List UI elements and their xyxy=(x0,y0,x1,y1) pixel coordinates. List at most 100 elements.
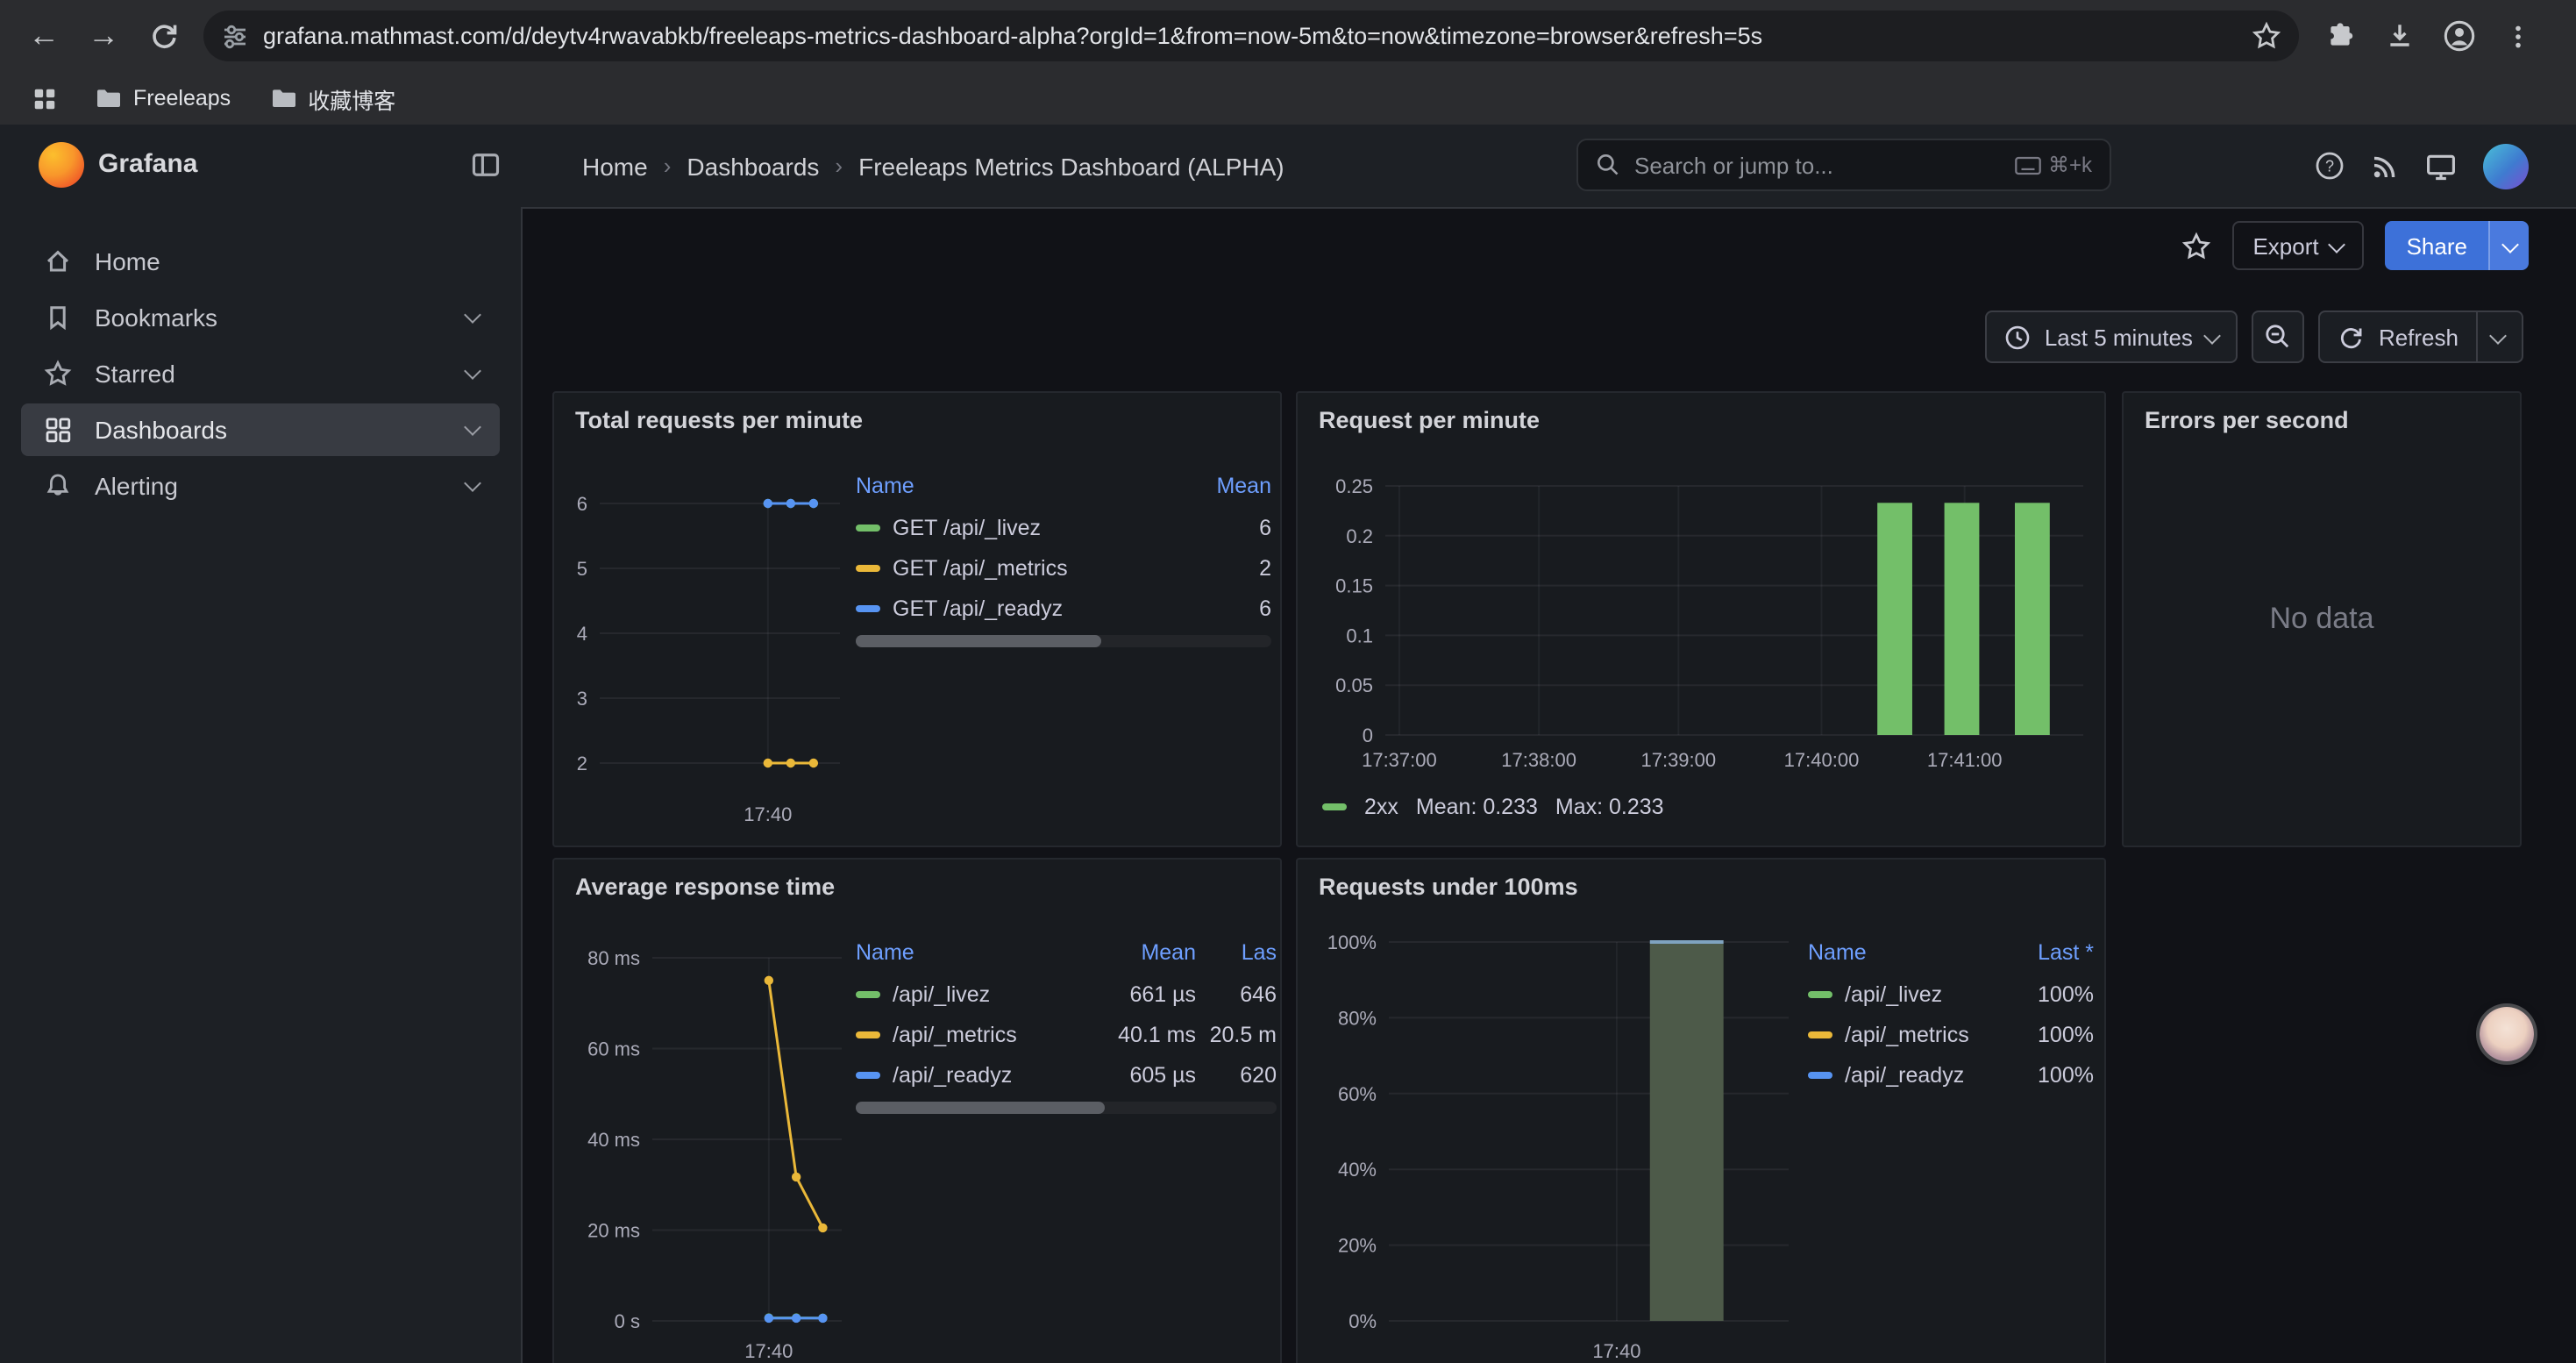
sidebar-item-label: Home xyxy=(95,247,479,275)
share-button[interactable]: Share xyxy=(2386,221,2529,270)
sidebar-item-dashboards[interactable]: Dashboards xyxy=(21,403,500,456)
svg-text:4: 4 xyxy=(577,623,587,645)
bookmark-item-freeleaps[interactable]: Freeleaps xyxy=(81,77,245,119)
sidebar-item-bookmarks[interactable]: Bookmarks xyxy=(21,291,500,344)
browser-menu-button[interactable] xyxy=(2492,10,2544,62)
legend-row[interactable]: GET /api/_livez6 xyxy=(856,507,1271,547)
zoom-out-button[interactable] xyxy=(2252,310,2305,363)
tv-mode-button[interactable] xyxy=(2425,150,2457,182)
series-name: /api/_livez xyxy=(1845,981,1942,1006)
chevron-down-icon[interactable] xyxy=(2489,326,2507,344)
grafana-header: Grafana Home › Dashboards › Freeleaps Me… xyxy=(0,125,2576,209)
legend-column-header[interactable]: Mean xyxy=(1084,940,1196,965)
sidebar-item-home[interactable]: Home xyxy=(21,235,500,288)
favorite-dashboard-button[interactable] xyxy=(2181,231,2210,260)
grafana-logo[interactable] xyxy=(39,142,84,188)
rss-icon xyxy=(2371,152,2399,180)
share-label[interactable]: Share xyxy=(2386,221,2488,270)
svg-text:60%: 60% xyxy=(1338,1083,1377,1105)
legend-column-header[interactable]: Name xyxy=(856,474,1173,498)
legend-row[interactable]: /api/_readyz100% xyxy=(1808,1054,2094,1095)
series-name: GET /api/_metrics xyxy=(893,555,1068,580)
legend-row[interactable]: /api/_livez100% xyxy=(1808,974,2094,1014)
zoom-out-icon xyxy=(2265,323,2293,351)
url-bar[interactable]: grafana.mathmast.com/d/deytv4rwavabkb/fr… xyxy=(203,11,2299,61)
scrollbar-thumb[interactable] xyxy=(856,635,1101,647)
series-name: /api/_readyz xyxy=(1845,1062,1964,1087)
legend-column-header[interactable]: Mean xyxy=(1173,474,1271,498)
forward-button[interactable]: → xyxy=(74,6,133,66)
apps-shortcut-button[interactable] xyxy=(18,72,70,125)
svg-text:0: 0 xyxy=(1363,724,1373,746)
panel-title[interactable]: Errors per second xyxy=(2145,407,2349,433)
legend-row[interactable]: /api/_readyz605 µs620 xyxy=(856,1054,1277,1095)
home-icon xyxy=(42,247,74,275)
reload-icon xyxy=(148,21,178,51)
folder-icon xyxy=(269,84,297,112)
series-marker xyxy=(856,604,880,611)
series-value: 6 xyxy=(1173,596,1271,620)
series-name: GET /api/_livez xyxy=(893,515,1041,539)
series-marker xyxy=(1808,1031,1832,1038)
help-button[interactable]: ? xyxy=(2315,151,2345,181)
svg-text:17:38:00: 17:38:00 xyxy=(1501,749,1576,771)
bookmark-label: 收藏博客 xyxy=(308,82,395,115)
series-name: /api/_metrics xyxy=(893,1022,1017,1046)
legend-column-header[interactable]: Las xyxy=(1196,940,1277,965)
chevron-down-icon xyxy=(464,305,481,323)
news-button[interactable] xyxy=(2371,152,2399,180)
download-button[interactable] xyxy=(2373,10,2425,62)
sidebar-item-alerting[interactable]: Alerting xyxy=(21,460,500,512)
reload-button[interactable] xyxy=(133,6,193,66)
svg-text:2: 2 xyxy=(577,753,587,774)
browser-toolbar: ← → grafana.mathmast.com/d/deytv4rwavabk… xyxy=(0,0,2576,72)
export-button[interactable]: Export xyxy=(2231,221,2364,270)
url-text: grafana.mathmast.com/d/deytv4rwavabkb/fr… xyxy=(263,23,2238,49)
legend-row[interactable]: /api/_metrics100% xyxy=(1808,1014,2094,1054)
panel-average-response-time: Average response time 80 ms60 ms40 ms20 … xyxy=(552,858,1282,1363)
svg-text:3: 3 xyxy=(577,688,587,710)
extensions-icon xyxy=(2324,21,2354,51)
breadcrumb-dashboards[interactable]: Dashboards xyxy=(687,152,819,180)
legend-column-header[interactable]: Name xyxy=(1808,940,1992,965)
legend-scrollbar[interactable] xyxy=(856,1102,1277,1114)
scrollbar-thumb[interactable] xyxy=(856,1102,1104,1114)
floating-assistant-avatar[interactable] xyxy=(2480,1007,2534,1061)
back-button[interactable]: ← xyxy=(14,6,74,66)
legend-row[interactable]: /api/_metrics40.1 ms20.5 m xyxy=(856,1014,1277,1054)
series-marker xyxy=(856,524,880,531)
apps-icon xyxy=(42,416,74,444)
breadcrumb-home[interactable]: Home xyxy=(582,152,648,180)
series-marker xyxy=(856,564,880,571)
series-value: 646 xyxy=(1196,981,1277,1006)
series-marker xyxy=(1322,803,1347,810)
refresh-button[interactable]: Refresh xyxy=(2319,310,2523,363)
legend-row[interactable]: /api/_livez661 µs646 xyxy=(856,974,1277,1014)
svg-text:80%: 80% xyxy=(1338,1007,1377,1029)
panel-legend: NameMeanLas/api/_livez661 µs646/api/_met… xyxy=(856,931,1277,1095)
legend-row[interactable]: GET /api/_metrics2 xyxy=(856,547,1271,588)
legend-row[interactable]: GET /api/_readyz6 xyxy=(856,588,1271,628)
svg-text:0.1: 0.1 xyxy=(1346,624,1373,646)
user-avatar[interactable] xyxy=(2483,143,2529,189)
breadcrumb: Home › Dashboards › Freeleaps Metrics Da… xyxy=(582,125,1284,207)
browser-profile-button[interactable] xyxy=(2432,10,2485,62)
search-input[interactable]: Search or jump to... ⌘+k xyxy=(1576,139,2111,191)
site-settings-icon[interactable] xyxy=(221,22,249,50)
bookmark-item-blog[interactable]: 收藏博客 xyxy=(255,77,409,119)
legend-column-header[interactable]: Last * xyxy=(1992,940,2094,965)
legend-scrollbar[interactable] xyxy=(856,635,1271,647)
time-range-picker[interactable]: Last 5 minutes xyxy=(1985,310,2238,363)
series-marker xyxy=(1808,990,1832,997)
breadcrumb-current: Freeleaps Metrics Dashboard (ALPHA) xyxy=(858,152,1284,180)
legend-column-header[interactable]: Name xyxy=(856,940,1084,965)
mega-menu-toggle[interactable] xyxy=(470,149,502,181)
panel-legend[interactable]: 2xx Mean: 0.233 Max: 0.233 xyxy=(1322,795,1664,819)
bookmark-star-icon[interactable] xyxy=(2252,21,2281,51)
no-data-message: No data xyxy=(2124,601,2520,636)
sidebar-item-starred[interactable]: Starred xyxy=(21,347,500,400)
share-menu-button[interactable] xyxy=(2488,221,2529,270)
extensions-button[interactable] xyxy=(2313,10,2366,62)
svg-text:17:40: 17:40 xyxy=(1592,1340,1640,1362)
refresh-label: Refresh xyxy=(2379,324,2459,350)
